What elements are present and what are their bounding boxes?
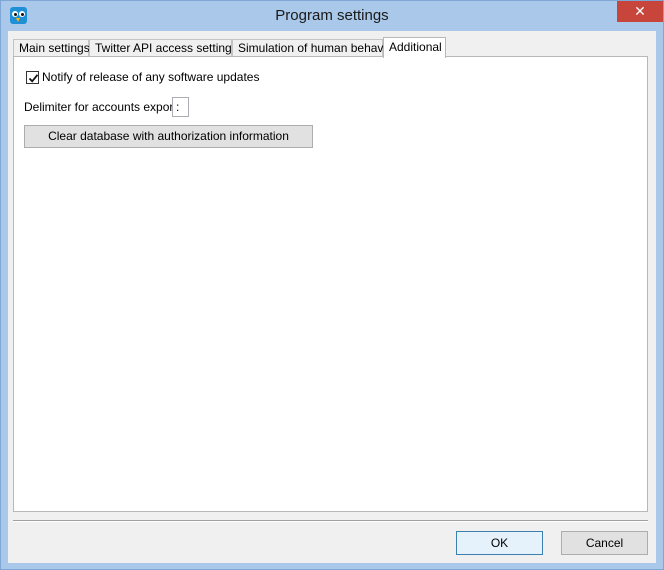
delimiter-label: Delimiter for accounts export: xyxy=(24,100,181,114)
close-button[interactable]: ✕ xyxy=(617,1,663,22)
notify-updates-checkbox[interactable] xyxy=(26,71,39,84)
title-bar[interactable]: Program settings ✕ xyxy=(1,1,663,31)
tab-main-settings[interactable]: Main settings xyxy=(13,39,90,57)
tab-simulation-of-human-behavior[interactable]: Simulation of human behavior xyxy=(232,39,397,57)
window-title: Program settings xyxy=(275,7,389,24)
checkmark-icon xyxy=(28,74,39,83)
clear-database-button[interactable]: Clear database with authorization inform… xyxy=(24,125,313,148)
tab-twitter-api-access-settings[interactable]: Twitter API access settings xyxy=(89,39,238,57)
dialog-client-area: Main settings Twitter API access setting… xyxy=(8,31,656,563)
tab-additional[interactable]: Additional xyxy=(383,37,446,58)
cancel-button[interactable]: Cancel xyxy=(561,531,648,555)
delimiter-input[interactable] xyxy=(172,97,189,117)
tab-panel-additional: Notify of release of any software update… xyxy=(13,56,648,512)
ok-button[interactable]: OK xyxy=(456,531,543,555)
footer-separator xyxy=(13,520,648,522)
notify-updates-label: Notify of release of any software update… xyxy=(42,70,260,84)
settings-window: Program settings ✕ Main settings Twitter… xyxy=(0,0,664,570)
close-icon: ✕ xyxy=(634,3,646,19)
